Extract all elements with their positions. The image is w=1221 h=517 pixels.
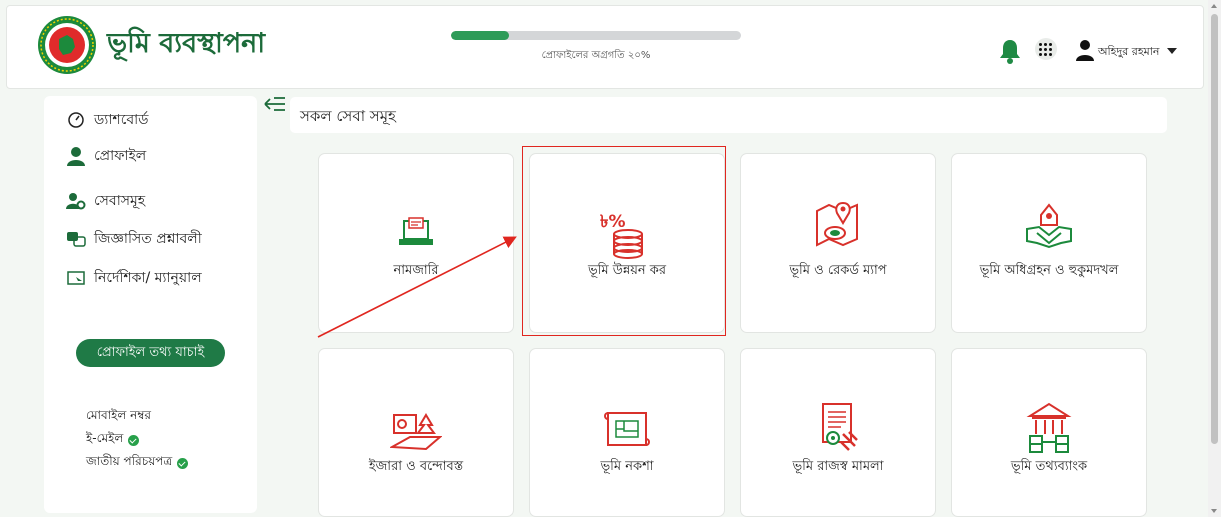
user-name[interactable]: অহিদুর রহমান <box>1098 43 1159 62</box>
namjari-icon <box>399 217 433 245</box>
user-avatar-icon[interactable] <box>1075 39 1095 61</box>
lease-icon <box>390 413 442 451</box>
service-label: ভূমি ও রেকর্ড ম্যাপ <box>789 263 887 278</box>
service-label: ভূমি অধিগ্রহন ও হুকুমদখল <box>979 263 1119 278</box>
progress-track <box>451 31 741 40</box>
service-card-land-design[interactable]: ভূমি নকশা <box>529 348 725 517</box>
faq-icon <box>67 232 86 247</box>
top-header: ভূমি ব্যবস্থাপনা প্রোফাইলের অগ্রগতি ২০% … <box>6 5 1204 89</box>
mobile-label: মোবাইল নম্বর <box>86 408 152 422</box>
land-tax-icon: ৳% <box>600 209 652 259</box>
revenue-case-icon <box>822 403 858 451</box>
sidebar-item-services[interactable]: সেবাসমূহ <box>66 189 145 213</box>
section-header: সকল সেবা সমূহ <box>290 97 1167 133</box>
section-title: সকল সেবা সমূহ <box>300 107 396 125</box>
service-label: ভূমি রাজস্ব মামলা <box>792 459 884 474</box>
page-scrollbar[interactable] <box>1208 0 1221 517</box>
check-icon <box>128 434 140 446</box>
bell-icon[interactable] <box>998 38 1022 64</box>
sidebar-item-label: প্রোফাইল <box>94 148 147 164</box>
gauge-icon <box>68 112 84 128</box>
sidebar-item-label: ড্যাশবোর্ড <box>94 112 149 128</box>
scroll-down-icon[interactable] <box>1211 509 1217 513</box>
profile-progress: প্রোফাইলের অগ্রগতি ২০% <box>451 31 741 61</box>
map-record-icon <box>816 201 858 247</box>
email-info: ই-মেইল <box>86 430 140 450</box>
nid-info: জাতীয় পরিচয়পত্র <box>86 453 189 473</box>
service-card-revenue-case[interactable]: ভূমি রাজস্ব মামলা <box>740 348 936 517</box>
check-icon <box>177 457 189 469</box>
service-card-databank[interactable]: ভূমি তথ্যব্যাংক <box>951 348 1147 517</box>
collapse-sidebar-icon[interactable] <box>264 95 286 113</box>
sidebar-item-manual[interactable]: নির্দেশিকা/ ম্যানুয়াল <box>66 266 202 290</box>
service-label: ইজারা ও বন্দোবস্ত <box>368 459 464 474</box>
sidebar-item-profile[interactable]: প্রোফাইল <box>66 144 146 168</box>
service-card-map-record[interactable]: ভূমি ও রেকর্ড ম্যাপ <box>740 153 936 333</box>
scroll-up-icon[interactable] <box>1211 4 1217 8</box>
apps-grid-icon[interactable] <box>1035 38 1057 60</box>
scroll-thumb[interactable] <box>1211 14 1218 444</box>
service-label: ভূমি নকশা <box>600 459 654 474</box>
manual-icon <box>67 271 85 285</box>
service-label: ভূমি উন্নয়ন কর <box>587 263 667 278</box>
sidebar-item-label: নির্দেশিকা/ ম্যানুয়াল <box>94 270 202 286</box>
service-label: ভূমি তথ্যব্যাংক <box>1010 459 1088 474</box>
chevron-down-icon[interactable] <box>1167 48 1177 54</box>
sidebar-item-label: সেবাসমূহ <box>94 193 146 209</box>
databank-icon <box>1026 402 1072 453</box>
brand-title: ভূমি ব্যবস্থাপনা <box>107 28 266 59</box>
service-card-acquisition[interactable]: ভূমি অধিগ্রহন ও হুকুমদখল <box>951 153 1147 333</box>
progress-fill <box>451 31 509 40</box>
progress-text: প্রোফাইলের অগ্রগতি ২০% <box>541 50 651 61</box>
sidebar: ড্যাশবোর্ড প্রোফাইল সেবাসমূহ জিজ্ঞাসিত প… <box>44 96 257 513</box>
service-label: নামজারি <box>393 263 439 278</box>
sidebar-item-label: জিজ্ঞাসিত প্রশ্নাবলী <box>94 231 202 247</box>
mobile-info: মোবাইল নম্বর <box>86 407 151 427</box>
user-icon <box>67 147 85 166</box>
service-card-namjari[interactable]: নামজারি <box>318 153 514 333</box>
nid-label: জাতীয় পরিচয়পত্র <box>86 454 173 468</box>
govt-logo <box>38 16 96 74</box>
land-design-icon <box>604 412 650 446</box>
sidebar-item-dashboard[interactable]: ড্যাশবোর্ড <box>66 108 149 132</box>
sidebar-item-faq[interactable]: জিজ্ঞাসিত প্রশ্নাবলী <box>66 227 202 251</box>
acquisition-icon <box>1026 203 1072 249</box>
verify-profile-button[interactable]: প্রোফাইল তথ্য যাচাই <box>76 339 225 367</box>
email-label: ই-মেইল <box>86 431 124 445</box>
service-card-lease[interactable]: ইজারা ও বন্দোবস্ত <box>318 348 514 517</box>
service-card-land-tax[interactable]: ৳% ভূমি উন্নয়ন কর <box>529 153 725 333</box>
coins-icon <box>613 229 643 259</box>
users-gear-icon <box>66 193 86 210</box>
